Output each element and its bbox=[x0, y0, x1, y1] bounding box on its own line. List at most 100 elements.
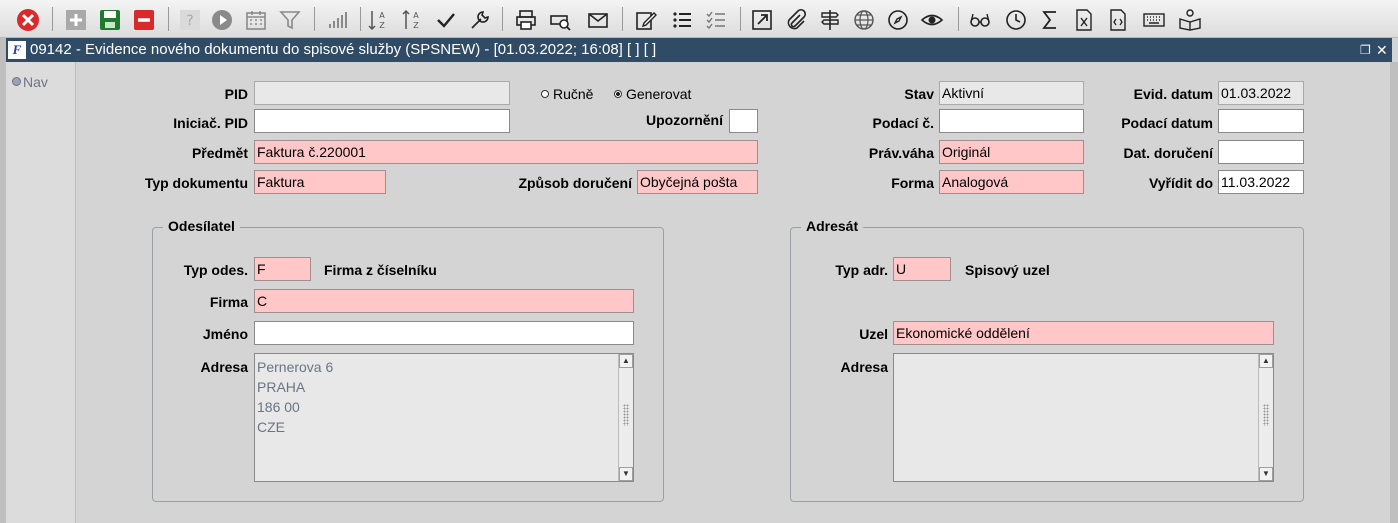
predmet-field[interactable]: Faktura č.220001 bbox=[254, 140, 758, 164]
window-frame-right bbox=[1390, 62, 1398, 523]
podaci-c-field[interactable] bbox=[939, 109, 1084, 133]
scroll-up-icon[interactable]: ▲ bbox=[619, 354, 633, 368]
scroll-up-icon[interactable]: ▲ bbox=[1259, 354, 1273, 368]
generate-radio[interactable]: Generovat bbox=[614, 86, 691, 102]
iniciac-pid-label: Iniciač. PID bbox=[173, 115, 248, 131]
sort-desc-icon[interactable]: AZ bbox=[398, 6, 426, 34]
toolbar-separator bbox=[360, 7, 361, 31]
window-titlebar: F 09142 - Evidence nového dokumentu do s… bbox=[6, 38, 1392, 62]
podaci-datum-field[interactable] bbox=[1218, 109, 1304, 133]
evid-datum-field[interactable]: 01.03.2022 bbox=[1218, 81, 1304, 105]
typ-adr-field[interactable]: U bbox=[893, 257, 951, 281]
address-line: CZE bbox=[257, 419, 285, 435]
svg-text:Z: Z bbox=[379, 21, 385, 30]
odesilatel-adresa-textarea[interactable]: Pernerova 6 PRAHA 186 00 CZE ▲ ▼ bbox=[254, 353, 634, 482]
radio-icon bbox=[12, 77, 21, 86]
save-icon[interactable] bbox=[96, 6, 124, 34]
iniciac-pid-field[interactable] bbox=[254, 109, 510, 133]
close-window-icon[interactable]: ✕ bbox=[1376, 38, 1388, 62]
stav-field[interactable]: Aktivní bbox=[939, 81, 1084, 105]
globe-icon[interactable] bbox=[850, 6, 878, 34]
evid-datum-label: Evid. datum bbox=[1133, 86, 1213, 102]
svg-text:?: ? bbox=[186, 13, 193, 29]
list-icon[interactable] bbox=[668, 6, 696, 34]
svg-text:A: A bbox=[379, 11, 385, 20]
calendar-icon[interactable] bbox=[242, 6, 270, 34]
svg-text:Z: Z bbox=[413, 21, 419, 30]
glasses-icon[interactable] bbox=[966, 6, 994, 34]
signpost-icon[interactable] bbox=[816, 6, 844, 34]
close-icon[interactable] bbox=[14, 6, 42, 34]
print-preview-icon[interactable] bbox=[546, 6, 574, 34]
check-icon[interactable] bbox=[432, 6, 460, 34]
help-icon[interactable]: ? bbox=[176, 6, 204, 34]
delete-icon[interactable] bbox=[130, 6, 158, 34]
odesilatel-title: Odesílatel bbox=[163, 218, 240, 234]
sum-icon[interactable] bbox=[1036, 6, 1064, 34]
firma-label: Firma bbox=[209, 294, 248, 310]
scroll-grip[interactable] bbox=[623, 404, 629, 426]
vertical-scrollbar[interactable]: ▲ ▼ bbox=[618, 354, 633, 481]
scroll-grip[interactable] bbox=[1263, 404, 1269, 426]
pid-label: PID bbox=[224, 86, 248, 102]
typ-dokumentu-field[interactable]: Faktura bbox=[254, 170, 386, 194]
restore-icon[interactable]: ❐ bbox=[1360, 38, 1371, 62]
open-external-icon[interactable] bbox=[748, 6, 776, 34]
manual-radio[interactable]: Ručně bbox=[541, 86, 593, 102]
pid-field[interactable] bbox=[254, 81, 510, 105]
play-icon[interactable] bbox=[208, 6, 236, 34]
toolbar-separator bbox=[958, 7, 959, 31]
add-icon[interactable] bbox=[62, 6, 90, 34]
typ-odes-label: Typ odes. bbox=[183, 262, 248, 278]
filter-icon[interactable] bbox=[276, 6, 304, 34]
toolbar-separator bbox=[502, 7, 503, 31]
toolbar-separator bbox=[622, 7, 623, 31]
code-file-icon[interactable] bbox=[1104, 6, 1132, 34]
scroll-down-icon[interactable]: ▼ bbox=[1259, 467, 1273, 481]
excel-icon[interactable] bbox=[1070, 6, 1098, 34]
forma-field[interactable]: Analogová bbox=[939, 170, 1084, 194]
app-icon: F bbox=[8, 41, 26, 59]
uzel-label: Uzel bbox=[859, 326, 888, 342]
window-title: 09142 - Evidence nového dokumentu do spi… bbox=[30, 41, 657, 58]
jmeno-label: Jméno bbox=[202, 326, 248, 342]
reader-icon[interactable] bbox=[1176, 6, 1204, 34]
scroll-down-icon[interactable]: ▼ bbox=[619, 467, 633, 481]
radio-selected-icon bbox=[614, 90, 622, 98]
keyboard-icon[interactable] bbox=[1140, 6, 1168, 34]
wrench-icon[interactable] bbox=[466, 6, 494, 34]
mail-icon[interactable] bbox=[584, 6, 612, 34]
radio-icon bbox=[541, 90, 549, 98]
attach-icon[interactable] bbox=[782, 6, 810, 34]
vyridit-do-field[interactable]: 11.03.2022 bbox=[1218, 170, 1304, 194]
compass-icon[interactable] bbox=[884, 6, 912, 34]
sort-asc-icon[interactable]: AZ bbox=[364, 6, 392, 34]
edit-icon[interactable] bbox=[632, 6, 660, 34]
nav-panel: Nav bbox=[6, 62, 76, 523]
forma-label: Forma bbox=[891, 175, 934, 191]
vyridit-do-label: Vyřídit do bbox=[1148, 175, 1213, 191]
checklist-icon[interactable] bbox=[702, 6, 730, 34]
prav-vaha-field[interactable]: Originál bbox=[939, 140, 1084, 164]
nav-radio[interactable]: Nav bbox=[12, 74, 48, 90]
vertical-scrollbar[interactable]: ▲ ▼ bbox=[1258, 354, 1273, 481]
dat-doruceni-field[interactable] bbox=[1218, 140, 1304, 164]
jmeno-field[interactable] bbox=[254, 321, 634, 345]
uzel-field[interactable]: Ekonomické oddělení bbox=[893, 321, 1274, 345]
chart-bars-icon[interactable] bbox=[324, 6, 352, 34]
podaci-datum-label: Podací datum bbox=[1121, 115, 1213, 131]
firma-field[interactable]: C bbox=[254, 289, 634, 313]
typ-odes-field[interactable]: F bbox=[254, 257, 311, 281]
print-icon[interactable] bbox=[512, 6, 540, 34]
adresat-adresa-textarea[interactable]: ▲ ▼ bbox=[893, 353, 1274, 482]
eye-icon[interactable] bbox=[918, 6, 946, 34]
svg-text:A: A bbox=[413, 11, 419, 20]
zpusob-doruceni-field[interactable]: Obyčejná pošta bbox=[637, 170, 758, 194]
odesilatel-adresa-label: Adresa bbox=[200, 359, 248, 375]
zpusob-doruceni-label: Způsob doručení bbox=[518, 175, 632, 191]
clock-icon[interactable] bbox=[1002, 6, 1030, 34]
prav-vaha-label: Práv.váha bbox=[868, 145, 934, 161]
typ-dokumentu-label: Typ dokumentu bbox=[144, 175, 248, 191]
toolbar-separator bbox=[740, 7, 741, 31]
upozorneni-field[interactable] bbox=[729, 109, 758, 133]
